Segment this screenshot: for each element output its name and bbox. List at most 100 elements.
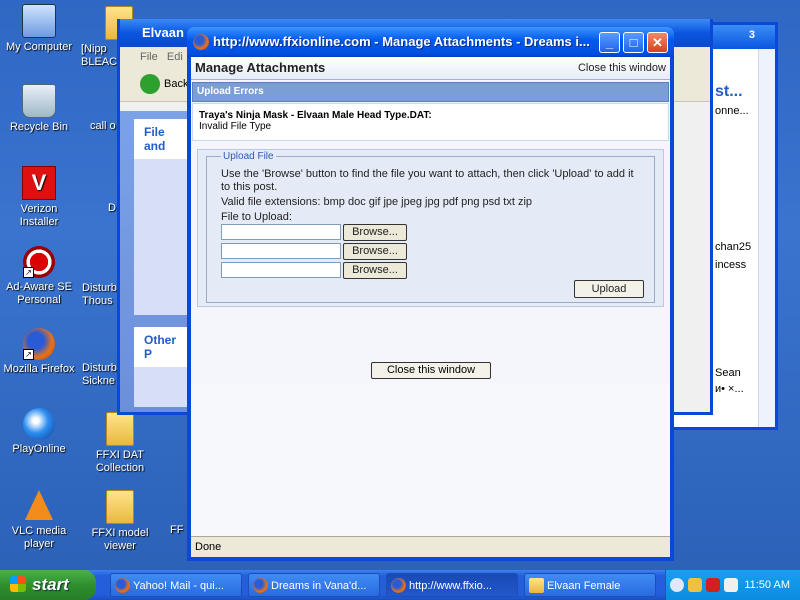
- tray-expand-icon[interactable]: [670, 578, 684, 592]
- firefox-icon: ↗: [23, 328, 55, 360]
- window-title: Elvaan: [142, 25, 184, 40]
- desktop-icon-label: Mozilla Firefox: [3, 363, 75, 375]
- upload-legend: Upload File: [223, 151, 274, 162]
- tray-volume-icon[interactable]: [724, 578, 738, 592]
- firefox-icon: [115, 578, 130, 593]
- windows-logo-icon: [10, 576, 26, 592]
- desktop-icon-label: call o: [90, 120, 116, 132]
- desktop-icon-recycle-bin[interactable]: Recycle Bin: [1, 84, 77, 134]
- firefox-icon: [391, 578, 406, 593]
- upload-errors-bar: Upload Errors: [192, 82, 669, 102]
- desktop-icon-label: Disturb Sickne: [82, 362, 117, 387]
- vlc-cone-icon: [25, 490, 53, 522]
- page: Manage Attachments Close this window Upl…: [191, 57, 670, 536]
- taskbar-item-dreams[interactable]: Dreams in Vana'd...: [248, 573, 380, 597]
- firefox-popup-window[interactable]: http://www.ffxionline.com - Manage Attac…: [187, 27, 674, 561]
- error-message: Invalid File Type: [199, 121, 272, 132]
- menu-item-file[interactable]: File: [140, 51, 158, 63]
- window-titlebar[interactable]: http://www.ffxionline.com - Manage Attac…: [187, 27, 674, 57]
- tray-zonealarm-icon[interactable]: [706, 578, 720, 592]
- text-fragment: chan25: [715, 241, 752, 253]
- browse-button-2[interactable]: Browse...: [343, 243, 407, 260]
- panel-title[interactable]: File and: [134, 119, 194, 159]
- desktop-icon-label: Verizon Installer: [19, 203, 59, 228]
- status-bar: Done: [191, 536, 670, 557]
- firefox-icon: [193, 34, 209, 50]
- system-tray: 11:50 AM: [665, 570, 800, 600]
- desktop-icon-folder[interactable]: [Nipp BLEAC: [81, 6, 133, 69]
- panel-title[interactable]: Other P: [134, 327, 194, 367]
- file-input-3[interactable]: [221, 262, 341, 278]
- error-box: Traya's Ninja Mask - Elvaan Male Head Ty…: [192, 103, 669, 141]
- window-title: http://www.ffxionline.com - Manage Attac…: [213, 34, 590, 49]
- recycle-bin-icon: [22, 84, 56, 118]
- file-input-2[interactable]: [221, 243, 341, 259]
- minimize-button[interactable]: _: [599, 32, 620, 53]
- desktop-icon-label: [Nipp BLEAC: [81, 43, 118, 68]
- folder-icon: [106, 412, 134, 446]
- upload-button[interactable]: Upload: [574, 280, 644, 298]
- clock[interactable]: 11:50 AM: [744, 570, 790, 600]
- scrollbar[interactable]: [758, 49, 775, 427]
- taskbar-item-label: Yahoo! Mail - qui...: [133, 580, 224, 592]
- text-fragment: Sean: [715, 367, 741, 379]
- window-title-fragment: 3: [748, 29, 755, 41]
- browse-button-3[interactable]: Browse...: [343, 262, 407, 279]
- upload-instructions: Use the 'Browse' button to find the file…: [221, 168, 634, 193]
- text-fragment: incess: [715, 259, 747, 271]
- taskbar-item-label: Dreams in Vana'd...: [271, 580, 367, 592]
- firefox-icon: [253, 578, 268, 593]
- back-arrow-icon[interactable]: [140, 74, 160, 94]
- close-window-button[interactable]: Close this window: [371, 362, 491, 379]
- shortcut-arrow-icon: ↗: [23, 267, 34, 278]
- close-window-link[interactable]: Close this window: [578, 57, 666, 79]
- file-to-upload-label: File to Upload:: [221, 211, 292, 223]
- desktop-icon-ffxi-viewer[interactable]: FFXI model viewer: [82, 490, 158, 553]
- file-row: Browse...: [221, 224, 644, 243]
- desktop-icon-vlc[interactable]: VLC media player: [1, 490, 77, 551]
- taskbar-item-label: Elvaan Female: [547, 580, 621, 592]
- desktop-icon-firefox[interactable]: ↗ Mozilla Firefox: [1, 328, 77, 376]
- verizon-icon: V: [22, 166, 56, 200]
- maximize-button[interactable]: □: [623, 32, 644, 53]
- desktop-icon-playonline[interactable]: PlayOnline: [1, 408, 77, 456]
- page-blank-area: [191, 383, 670, 536]
- ad-aware-icon: ↗: [23, 246, 55, 278]
- tray-network-icon[interactable]: [688, 578, 702, 592]
- back-button[interactable]: Back: [164, 78, 188, 90]
- desktop-icon-verizon[interactable]: V Verizon Installer: [1, 166, 77, 229]
- start-button[interactable]: start: [0, 570, 96, 600]
- task-pane: File and Other P: [120, 111, 194, 412]
- desktop-icon-label: FFXI model viewer: [91, 527, 149, 552]
- desktop-icon-file[interactable]: Disturb Sickne: [82, 362, 118, 388]
- other-places-panel: Other P: [134, 327, 194, 407]
- desktop-icon-ffxi-dat[interactable]: FFXI DAT Collection: [82, 412, 158, 475]
- taskbar: start Yahoo! Mail - qui... Dreams in Van…: [0, 570, 800, 600]
- desktop-icon-file[interactable]: call o: [90, 120, 120, 133]
- desktop-icon-label: VLC media player: [11, 525, 67, 550]
- close-button[interactable]: ✕: [647, 32, 668, 53]
- taskbar-item-ffxionline[interactable]: http://www.ffxio...: [386, 573, 518, 597]
- browse-button-1[interactable]: Browse...: [343, 224, 407, 241]
- upload-section: Upload File Use the 'Browse' button to f…: [197, 149, 664, 307]
- desktop-icon-label: My Computer: [5, 41, 73, 53]
- valid-extensions: Valid file extensions: bmp doc gif jpe j…: [221, 196, 533, 208]
- folder-icon: [106, 490, 134, 524]
- desktop-icon-file[interactable]: Disturb Thous: [82, 282, 118, 308]
- taskbar-item-yahoo[interactable]: Yahoo! Mail - qui...: [110, 573, 242, 597]
- menu-item-edit[interactable]: Edi: [167, 51, 183, 63]
- file-input-1[interactable]: [221, 224, 341, 240]
- page-title: Manage Attachments: [195, 60, 326, 75]
- desktop-icon-label: FFXI DAT Collection: [95, 449, 145, 474]
- file-row: Browse...: [221, 262, 644, 281]
- desktop-icon-ad-aware[interactable]: ↗ Ad-Aware SE Personal: [1, 246, 77, 307]
- start-label: start: [32, 575, 69, 594]
- status-text: Done: [195, 541, 222, 553]
- manage-attachments-header: Manage Attachments Close this window: [191, 57, 670, 80]
- taskbar-item-elvaan[interactable]: Elvaan Female: [524, 573, 656, 597]
- desktop-icon-my-computer[interactable]: My Computer: [1, 4, 77, 54]
- desktop-icon-label: Recycle Bin: [9, 121, 69, 133]
- file-tasks-panel: File and: [134, 119, 194, 315]
- desktop-icon-file[interactable]: FF: [170, 524, 186, 537]
- desktop-icon-label: PlayOnline: [12, 443, 66, 455]
